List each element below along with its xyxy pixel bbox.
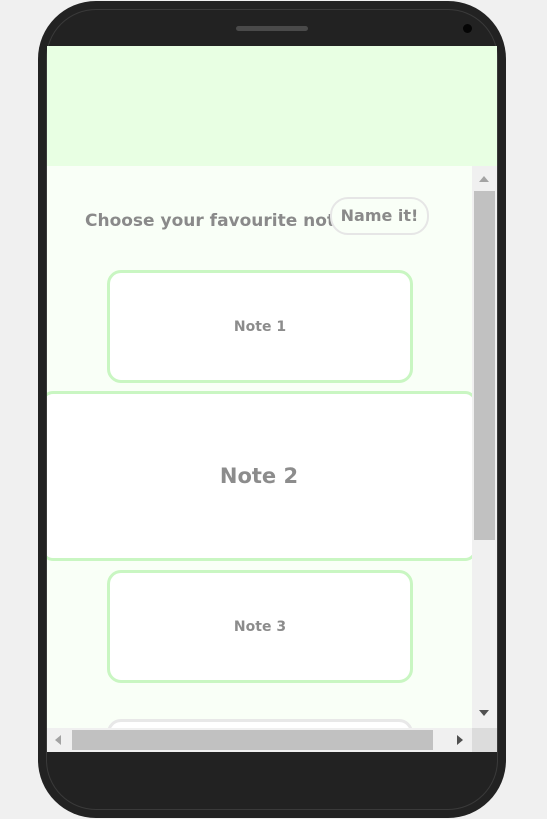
note-card-3[interactable]: Note 3	[107, 570, 413, 683]
vertical-scroll-thumb[interactable]	[474, 191, 495, 540]
note-card-4[interactable]	[107, 719, 413, 728]
scroll-viewport[interactable]: Choose your favourite notes! Name it! No…	[47, 166, 472, 728]
name-it-button[interactable]: Name it!	[330, 197, 429, 235]
front-camera	[463, 24, 472, 33]
scroll-right-arrow-icon[interactable]	[457, 735, 463, 745]
vertical-scrollbar[interactable]	[472, 166, 497, 728]
scroll-down-arrow-icon[interactable]	[479, 710, 489, 716]
app-header-band	[47, 46, 497, 166]
note-label: Note 2	[219, 464, 299, 488]
horizontal-scroll-thumb[interactable]	[72, 730, 433, 750]
note-label: Note 3	[233, 618, 287, 635]
note-card-1[interactable]: Note 1	[107, 270, 413, 383]
speaker-grille	[236, 26, 308, 31]
note-card-2[interactable]: Note 2	[47, 391, 472, 561]
note-label: Note 1	[233, 318, 287, 335]
phone-frame: Choose your favourite notes! Name it! No…	[38, 1, 506, 818]
scroll-left-arrow-icon[interactable]	[55, 735, 61, 745]
scrollbar-corner	[472, 728, 497, 752]
choose-notes-prompt: Choose your favourite notes!	[85, 211, 365, 231]
scroll-up-arrow-icon[interactable]	[479, 176, 489, 182]
phone-screen: Choose your favourite notes! Name it! No…	[47, 46, 497, 752]
horizontal-scrollbar[interactable]	[47, 728, 472, 752]
